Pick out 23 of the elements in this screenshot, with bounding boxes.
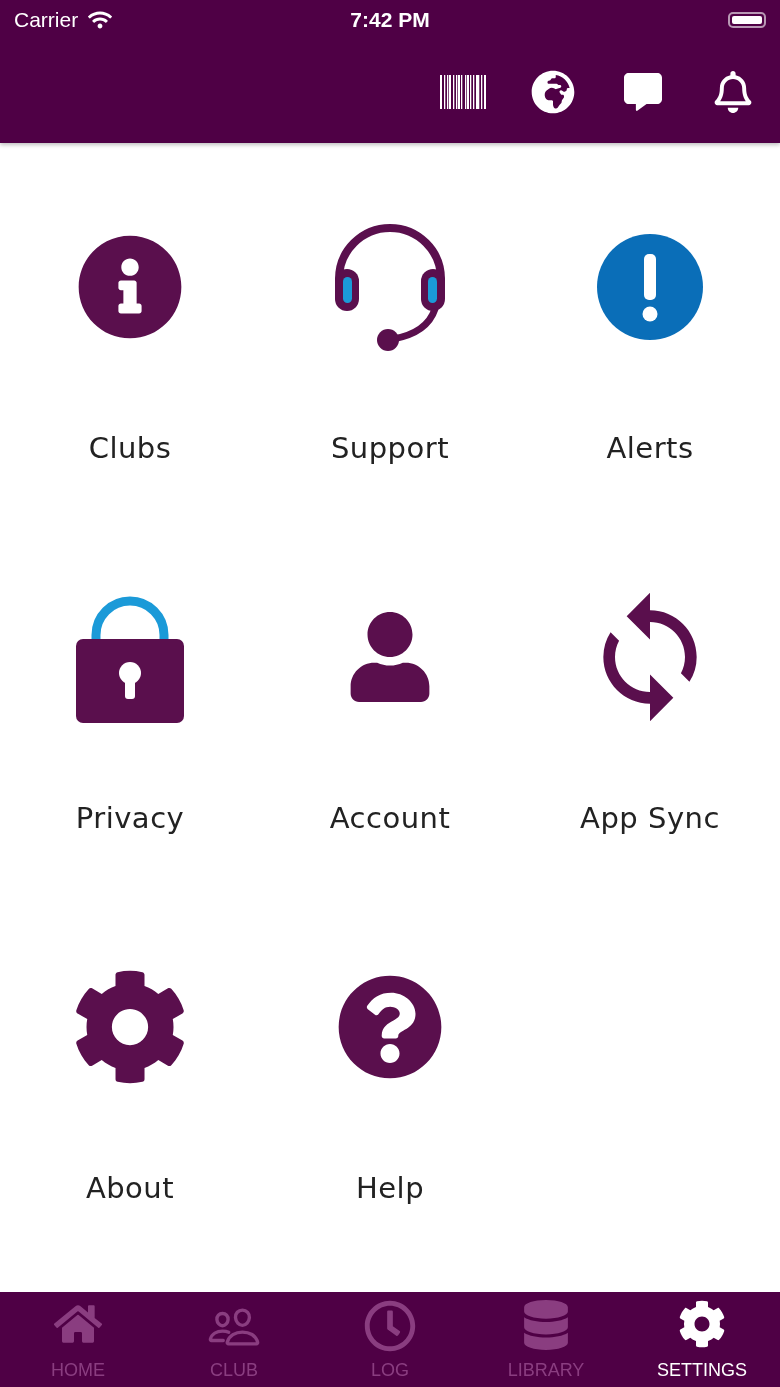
chat-icon: [624, 72, 662, 111]
bell-icon: [712, 70, 754, 113]
clock-icon: [364, 1300, 416, 1352]
menu-item-label[interactable]: Privacy: [75, 801, 185, 835]
exclamation-icon: [597, 234, 703, 340]
settings-icon: [678, 1300, 726, 1348]
menu-item-label[interactable]: App Sync: [580, 801, 720, 835]
globe-icon: [531, 69, 575, 114]
database-icon: [521, 1300, 571, 1350]
menu-item-label[interactable]: Support: [330, 431, 450, 465]
menu-item-label[interactable]: Alerts: [606, 431, 694, 465]
battery-icon: [728, 12, 766, 28]
menu-item-label[interactable]: Clubs: [88, 431, 172, 465]
menu-item-label[interactable]: Account: [329, 801, 451, 835]
status-time: 7:42 PM: [350, 8, 430, 32]
tab[interactable]: SETTINGS: [624, 1292, 780, 1387]
help-icon: [337, 974, 443, 1080]
carrier-name: Carrier: [14, 8, 79, 32]
barcode-icon: [440, 74, 486, 109]
menu-item-label[interactable]: Help: [355, 1171, 425, 1205]
menu-item-label[interactable]: About: [85, 1171, 175, 1205]
globe-button[interactable]: [530, 68, 576, 115]
info-icon: [77, 234, 183, 340]
